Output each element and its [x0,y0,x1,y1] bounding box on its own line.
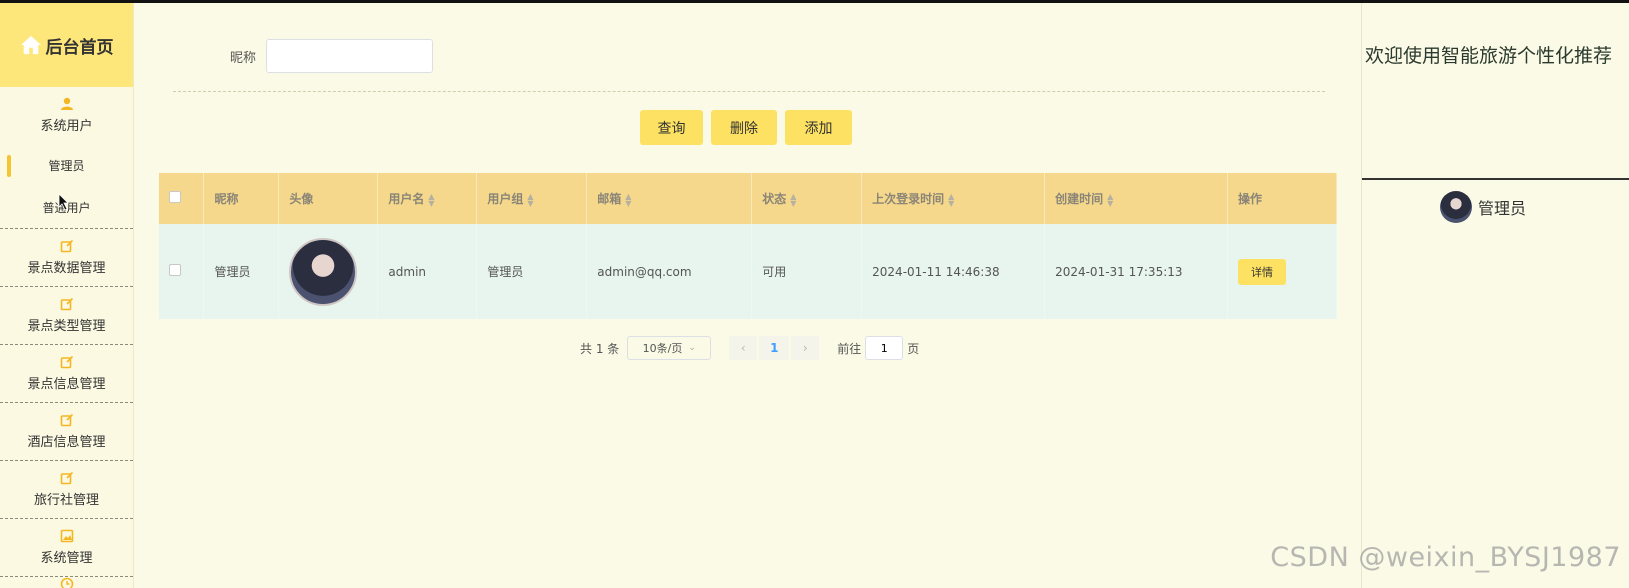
row-checkbox[interactable] [169,264,181,276]
right-panel: 欢迎使用智能旅游个性化推荐 管理员 [1361,3,1629,588]
cell-action: 详情 [1227,224,1338,319]
menu-system-users-label: 系统用户 [40,119,93,134]
cell-nickname: 管理员 [203,224,280,319]
select-all-checkbox[interactable] [169,191,181,203]
col-header-status[interactable]: 状态 ▲ ▼ [751,173,863,224]
sort-icon[interactable]: ▲ ▼ [625,192,631,207]
select-all-cell [159,173,205,224]
edit-icon [60,239,73,253]
sort-icon[interactable]: ▲ ▼ [527,192,533,207]
avatar [1440,191,1472,223]
col-header-email[interactable]: 邮箱 ▲ ▼ [586,173,753,224]
nickname-label: 昵称 [230,50,257,66]
col-header-action: 操作 [1227,173,1338,224]
cell-last-login: 2024-01-11 14:46:38 [861,224,1046,319]
add-button[interactable]: 添加 [785,110,852,145]
query-button[interactable]: 查询 [640,110,703,145]
edit-icon [60,471,73,485]
nickname-search-input[interactable] [266,39,434,73]
table-row: 管理员 admin 管理员 admin@qq.com 可用 2024-01-11… [159,224,1338,319]
menu-group-hotel-info: 酒店信息管理 [0,403,133,461]
menu-group-scenic-type: 景点类型管理 [0,287,133,345]
goto-page: 前往 页 [837,336,919,360]
watermark: CSDN @weixin_BYSJ1987 [1270,542,1621,573]
table-header-row: 昵称 头像 用户名 ▲ ▼ 用户组 ▲ ▼ 邮箱 ▲ ▼ 状态 ▲ ▼ 上次登录时间 ▲ ▼ 创建时… [159,173,1338,224]
sidebar-item-admin-label: 管理员 [48,158,85,173]
page-size-value: 10条/页 [642,342,683,355]
welcome-text: 欢迎使用智能旅游个性化推荐 [1365,45,1613,67]
menu-group-travel-agency: 旅行社管理 [0,461,133,519]
prev-page-icon[interactable]: ‹ [729,336,758,360]
menu-travel-agency[interactable]: 旅行社管理 [0,461,133,518]
col-header-username[interactable]: 用户名 ▲ ▼ [377,173,478,224]
menu-scenic-type[interactable]: 景点类型管理 [0,287,133,344]
menu-scenic-data[interactable]: 景点数据管理 [0,229,133,286]
menu-scenic-info[interactable]: 景点信息管理 [0,345,133,402]
action-buttons: 查询 删除 添加 [640,110,852,145]
avatar [289,237,358,306]
goto-page-input[interactable] [865,336,904,360]
sidebar: 后台首页 系统用户 管理员 普通用户 景点数据管理 景点类型管理 景点信息管理 [0,3,134,588]
col-header-created[interactable]: 创建时间 ▲ ▼ [1044,173,1228,224]
menu-group-system-manage: 系统管理 [0,519,133,577]
cell-status: 可用 [751,224,863,319]
edit-icon [60,355,73,369]
user-table: 昵称 头像 用户名 ▲ ▼ 用户组 ▲ ▼ 邮箱 ▲ ▼ 状态 ▲ ▼ 上次登录时间 ▲ ▼ 创建时… [159,173,1338,319]
col-header-nickname: 昵称 [203,173,280,224]
cell-group: 管理员 [476,224,588,319]
main-content: 昵称 查询 删除 添加 昵称 头像 用户名 ▲ ▼ 用户组 ▲ ▼ 邮箱 ▲ ▼ 状态 ▲ ▼ … [135,3,1361,588]
cell-username: admin [377,224,478,319]
home-icon [20,35,41,55]
cell-email: admin@qq.com [586,224,753,319]
menu-scenic-data-label: 景点数据管理 [27,261,106,276]
detail-button[interactable]: 详情 [1237,258,1286,285]
next-page-icon[interactable]: › [791,336,820,360]
row-select-cell [159,224,205,319]
cell-avatar [278,224,379,319]
menu-system-users[interactable]: 系统用户 [0,87,133,144]
edit-icon [60,297,73,311]
sort-icon[interactable]: ▲ ▼ [428,192,434,207]
col-header-group[interactable]: 用户组 ▲ ▼ [476,173,588,224]
menu-scenic-info-label: 景点信息管理 [27,377,106,392]
search-form: 昵称 [230,39,434,73]
current-username: 管理员 [1478,199,1527,218]
mouse-cursor-icon [58,193,69,211]
menu-system-manage-label: 系统管理 [40,551,93,566]
sidebar-brand[interactable]: 后台首页 [0,3,133,87]
menu-hotel-info-label: 酒店信息管理 [27,435,106,450]
edit-icon [60,413,73,427]
menu-hotel-info[interactable]: 酒店信息管理 [0,403,133,460]
right-divider [1362,178,1629,180]
search-divider [173,91,1325,92]
pagination: 共 1 条 10条/页 ⌄ ‹ 1 › 前往 页 [580,336,919,360]
cell-created: 2024-01-31 17:35:13 [1044,224,1228,319]
brand-label: 后台首页 [45,37,114,58]
col-header-last-login[interactable]: 上次登录时间 ▲ ▼ [861,173,1046,224]
delete-button[interactable]: 删除 [711,110,777,145]
menu-group-scenic-data: 景点数据管理 [0,229,133,287]
page-nav: ‹ 1 › [729,336,820,360]
menu-scenic-type-label: 景点类型管理 [27,319,106,334]
sort-icon[interactable]: ▲ ▼ [948,192,954,207]
page-size-select[interactable]: 10条/页 ⌄ [627,336,712,360]
sort-icon[interactable]: ▲ ▼ [790,192,796,207]
total-count: 共 1 条 [580,341,620,356]
menu-travel-agency-label: 旅行社管理 [33,493,99,508]
chevron-down-icon: ⌄ [688,343,696,353]
page-number-current[interactable]: 1 [759,336,790,360]
sort-icon[interactable]: ▲ ▼ [1107,192,1113,207]
col-header-avatar: 头像 [278,173,379,224]
goto-label: 前往 [837,341,862,356]
menu-more[interactable] [0,577,133,588]
sidebar-item-admin[interactable]: 管理员 [0,144,133,186]
menu-system-manage[interactable]: 系统管理 [0,519,133,576]
page-unit-label: 页 [907,341,920,356]
menu-group-scenic-info: 景点信息管理 [0,345,133,403]
image-icon [60,529,73,543]
current-user[interactable]: 管理员 [1440,191,1526,223]
user-icon [60,97,73,110]
clock-icon [60,577,73,588]
